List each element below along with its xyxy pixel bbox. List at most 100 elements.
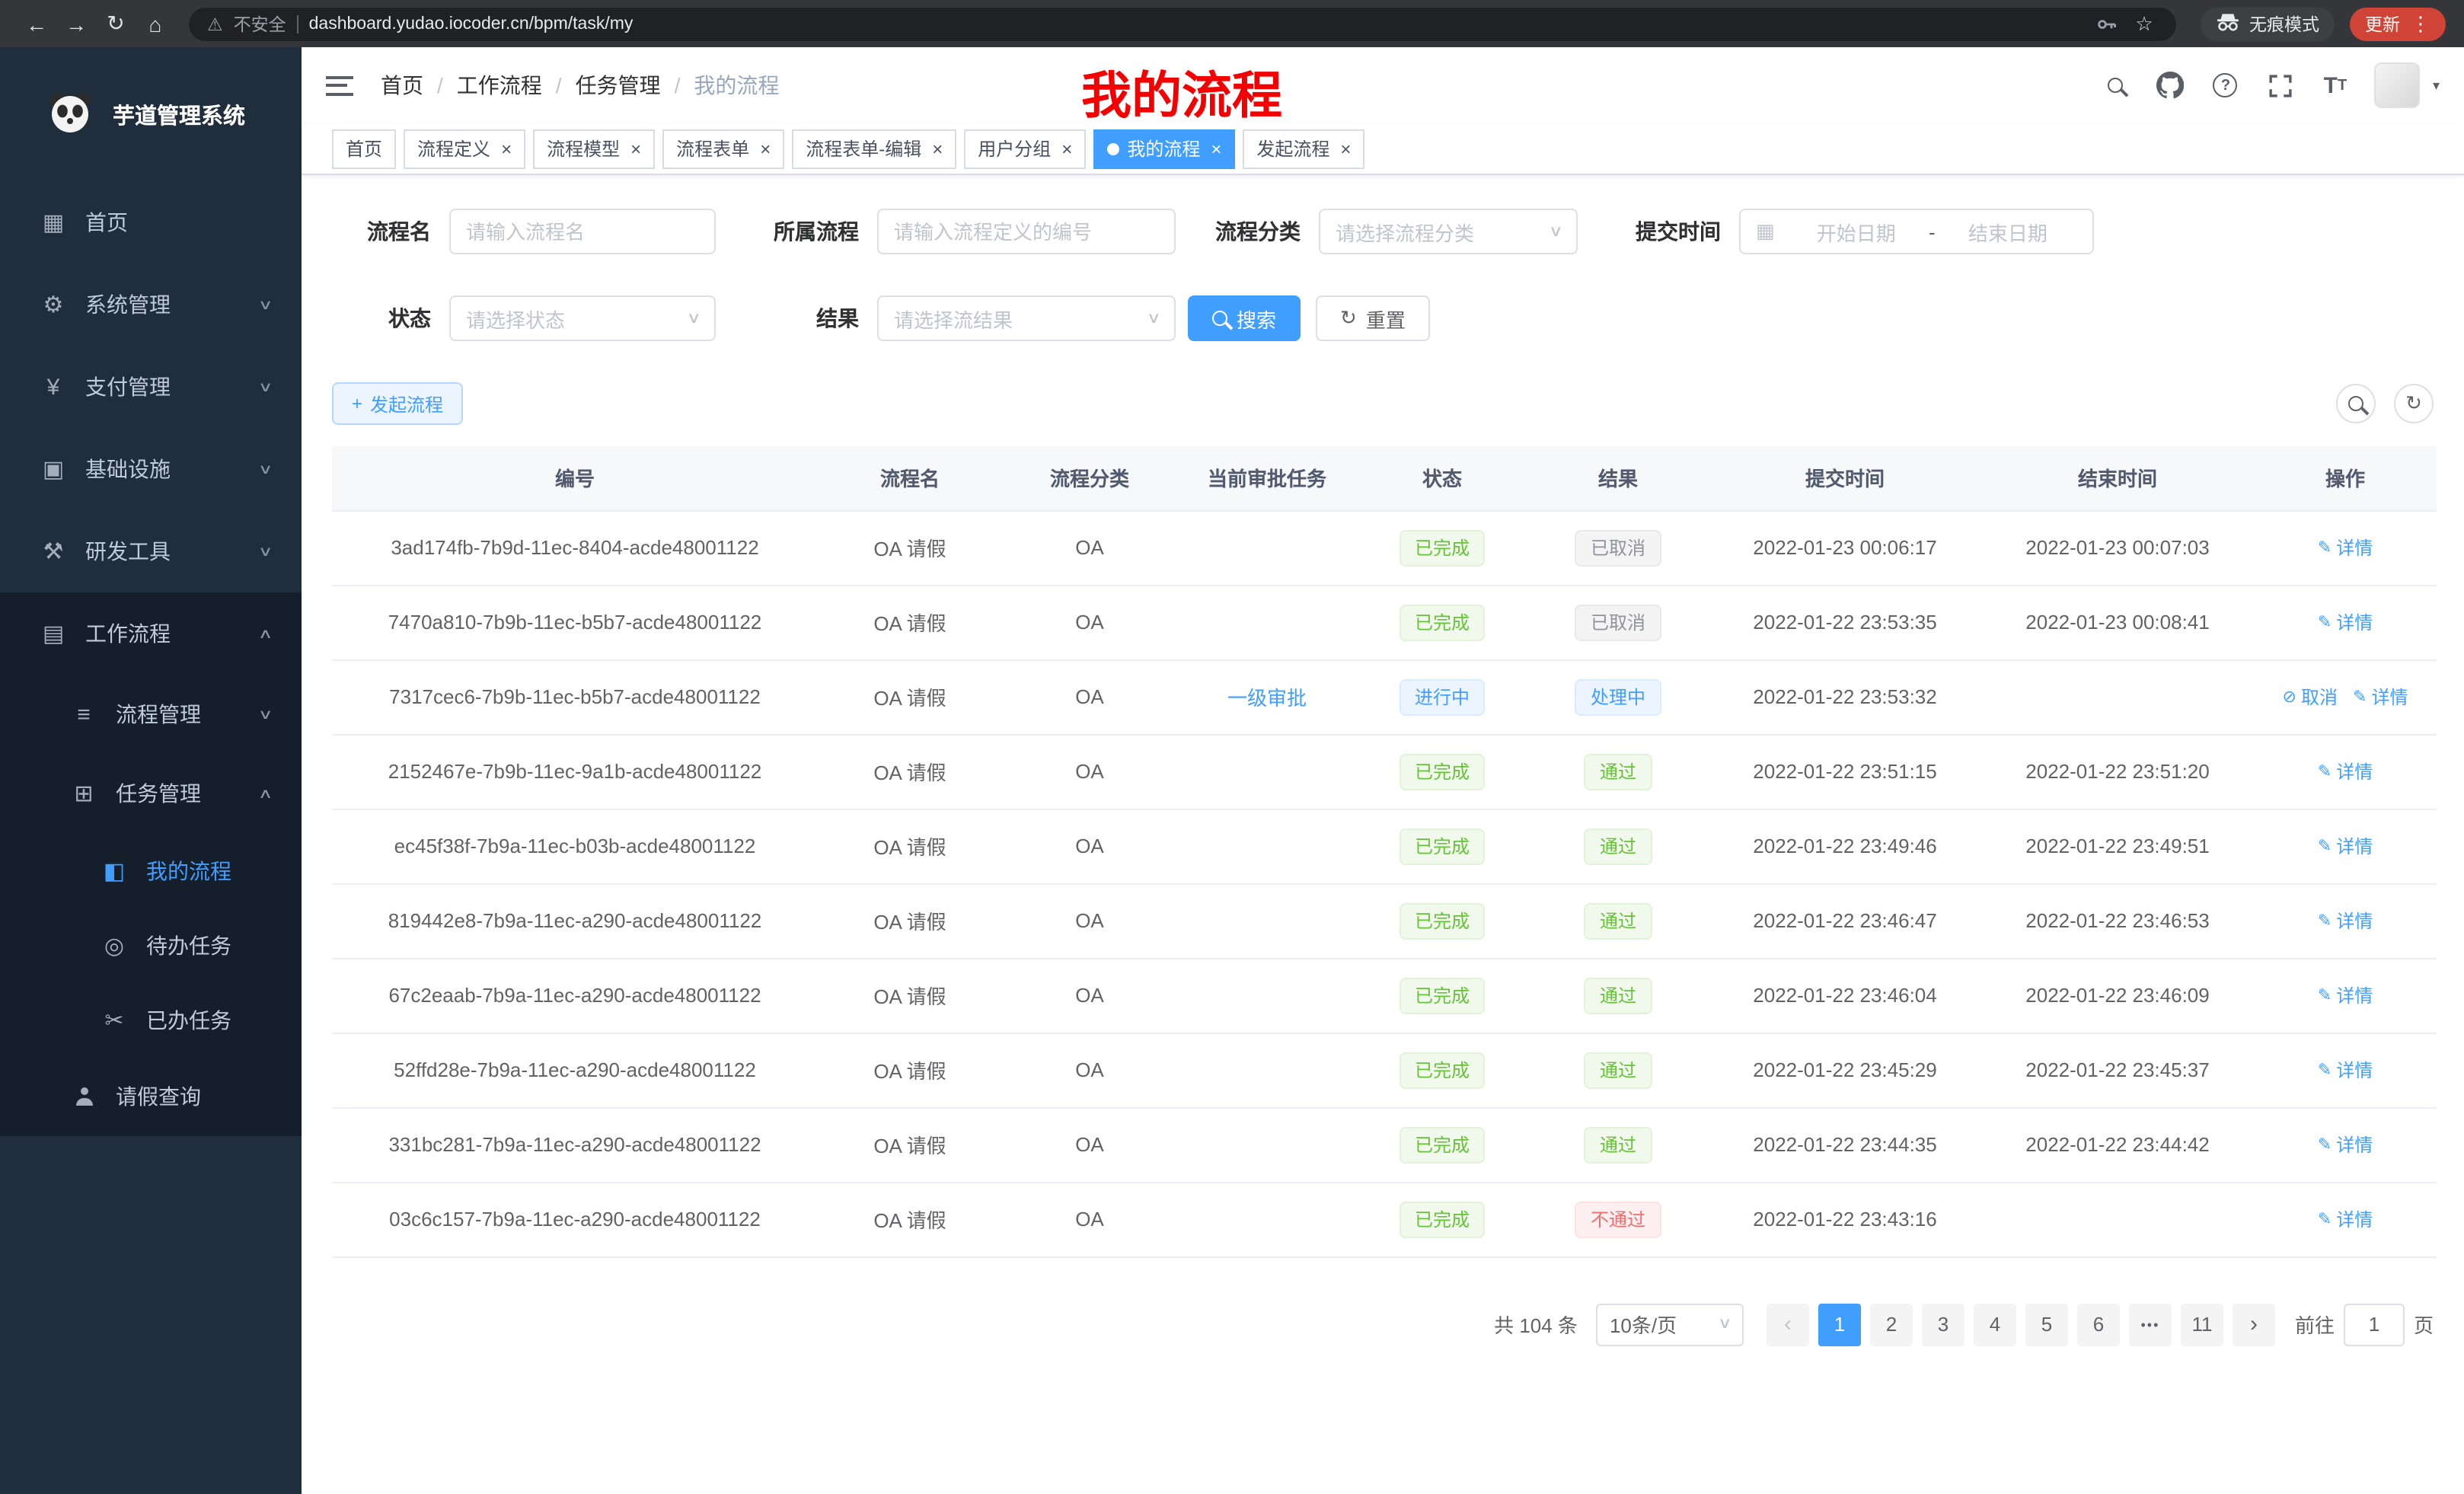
close-icon[interactable]: ×	[932, 138, 943, 159]
bookmark-star-icon[interactable]: ☆	[2130, 10, 2158, 37]
sidebar-item-leave-query[interactable]: 请假查询	[0, 1057, 302, 1136]
detail-link[interactable]: ✎详情	[2318, 982, 2373, 1008]
sidebar-item-workflow[interactable]: ▤ 工作流程 ∧	[0, 592, 302, 675]
hamburger-icon[interactable]	[326, 75, 353, 95]
process-name-input[interactable]	[449, 209, 716, 254]
result-select[interactable]: 请选择流结果 ∨	[877, 295, 1176, 341]
help-icon[interactable]: ?	[2210, 69, 2241, 102]
caret-down-icon[interactable]: ▾	[2433, 77, 2440, 94]
sidebar-item-home[interactable]: ▦ 首页	[0, 181, 302, 263]
detail-link[interactable]: ✎详情	[2318, 609, 2373, 635]
table-row[interactable]: 2152467e-7b9b-11ec-9a1b-acde48001122 OA …	[332, 734, 2437, 809]
close-icon[interactable]: ×	[630, 138, 641, 159]
app-logo[interactable]: 芋道管理系统	[0, 47, 302, 181]
process-id-cell: 03c6c157-7b9a-11ec-a290-acde48001122	[332, 1182, 818, 1256]
close-icon[interactable]: ×	[501, 138, 512, 159]
browser-back-icon[interactable]: ←	[18, 5, 55, 42]
sidebar-item-payment-mgmt[interactable]: ¥ 支付管理 ∨	[0, 346, 302, 428]
chevron-up-icon: ∧	[259, 785, 274, 802]
search-button[interactable]: 搜索	[1188, 295, 1301, 341]
breadcrumb-item-workflow[interactable]: 工作流程	[457, 70, 542, 101]
sidebar-item-dev-tools[interactable]: ⚒ 研发工具 ∨	[0, 510, 302, 592]
cancel-link[interactable]: ⊘取消	[2283, 684, 2338, 710]
page-button[interactable]: 5	[2025, 1303, 2068, 1346]
browser-home-icon[interactable]: ⌂	[137, 5, 174, 42]
table-row[interactable]: 7470a810-7b9b-11ec-b5b7-acde48001122 OA …	[332, 585, 2437, 659]
detail-link[interactable]: ✎详情	[2318, 1057, 2373, 1083]
tab[interactable]: 我的流程 ×	[1093, 129, 1235, 168]
prev-page-button[interactable]: ‹	[1767, 1303, 1809, 1346]
table-row[interactable]: 3ad174fb-7b9d-11ec-8404-acde48001122 OA …	[332, 510, 2437, 585]
search-icon[interactable]	[2101, 69, 2131, 102]
refresh-table-icon[interactable]: ↻	[2394, 384, 2434, 423]
avatar[interactable]	[2375, 62, 2421, 108]
parent-process-input[interactable]	[877, 209, 1176, 254]
reset-button[interactable]: ↻ 重置	[1316, 295, 1430, 341]
table-row[interactable]: 331bc281-7b9a-11ec-a290-acde48001122 OA …	[332, 1107, 2437, 1182]
tab[interactable]: 用户分组 ×	[964, 129, 1086, 168]
browser-menu-icon[interactable]: ⋮	[2411, 11, 2430, 36]
create-process-button[interactable]: + 发起流程	[332, 382, 463, 425]
detail-link[interactable]: ✎详情	[2318, 1132, 2373, 1157]
fullscreen-icon[interactable]	[2265, 69, 2296, 102]
next-page-button[interactable]: ›	[2233, 1303, 2275, 1346]
browser-forward-icon[interactable]: →	[58, 5, 94, 42]
breadcrumb-item-task-mgmt[interactable]: 任务管理	[576, 70, 661, 101]
table-row[interactable]: 03c6c157-7b9a-11ec-a290-acde48001122 OA …	[332, 1182, 2437, 1256]
tab[interactable]: 流程模型 ×	[533, 129, 655, 168]
detail-link[interactable]: ✎详情	[2318, 1206, 2373, 1232]
detail-link[interactable]: ✎详情	[2353, 684, 2408, 710]
detail-link[interactable]: ✎详情	[2318, 833, 2373, 859]
table-row[interactable]: 67c2eaab-7b9a-11ec-a290-acde48001122 OA …	[332, 958, 2437, 1033]
close-icon[interactable]: ×	[1061, 138, 1072, 159]
current-task-cell	[1177, 510, 1357, 585]
page-button[interactable]: 1	[1818, 1303, 1861, 1346]
page-button[interactable]: 4	[1974, 1303, 2016, 1346]
goto-page-input[interactable]	[2344, 1303, 2405, 1346]
category-select[interactable]: 请选择流程分类 ∨	[1319, 209, 1578, 254]
github-icon[interactable]	[2156, 69, 2186, 102]
breadcrumb-item-home[interactable]: 首页	[381, 70, 423, 101]
tab[interactable]: 流程表单 ×	[662, 129, 784, 168]
annotation-page-title: 我的流程	[1081, 55, 1282, 128]
tab[interactable]: 首页 ×	[332, 129, 396, 168]
page-button[interactable]: 6	[2077, 1303, 2120, 1346]
table-row[interactable]: ec45f38f-7b9a-11ec-b03b-acde48001122 OA …	[332, 809, 2437, 883]
detail-link[interactable]: ✎详情	[2318, 758, 2373, 784]
status-select[interactable]: 请选择状态 ∨	[449, 295, 716, 341]
task-link[interactable]: 一级审批	[1227, 682, 1307, 711]
close-icon[interactable]: ×	[1211, 138, 1221, 159]
tab[interactable]: 发起流程 ×	[1243, 129, 1364, 168]
current-task-cell	[1177, 883, 1357, 958]
browser-update-button[interactable]: 更新 ⋮	[2350, 7, 2446, 40]
filter-row-2: 状态 请选择状态 ∨ 结果 请选择流结果 ∨ 搜索 ↻	[332, 295, 2434, 341]
browser-reload-icon[interactable]: ↻	[97, 5, 134, 42]
page-button[interactable]: 11	[2181, 1303, 2223, 1346]
sidebar-item-done-tasks[interactable]: ✂ 已办任务	[0, 982, 302, 1057]
sidebar-item-system-mgmt[interactable]: ⚙ 系统管理 ∨	[0, 263, 302, 346]
sidebar-item-process-mgmt[interactable]: ≡ 流程管理 ∨	[0, 675, 302, 754]
show-search-icon[interactable]	[2336, 384, 2376, 423]
close-icon[interactable]: ×	[1340, 138, 1351, 159]
submit-time-range-picker[interactable]: ▦ 开始日期 - 结束日期	[1739, 209, 2094, 254]
address-bar[interactable]: ⚠ 不安全 dashboard.yudao.iocoder.cn/bpm/tas…	[189, 7, 2176, 40]
detail-link[interactable]: ✎详情	[2318, 908, 2373, 934]
page-button[interactable]: 2	[1870, 1303, 1913, 1346]
key-icon[interactable]	[2092, 10, 2120, 37]
sidebar-item-infrastructure[interactable]: ▣ 基础设施 ∨	[0, 428, 302, 510]
page-button[interactable]: 3	[1922, 1303, 1964, 1346]
table-row[interactable]: 819442e8-7b9a-11ec-a290-acde48001122 OA …	[332, 883, 2437, 958]
font-size-icon[interactable]: TT	[2320, 69, 2351, 102]
table-row[interactable]: 52ffd28e-7b9a-11ec-a290-acde48001122 OA …	[332, 1033, 2437, 1107]
table-row[interactable]: 7317cec6-7b9b-11ec-b5b7-acde48001122 OA …	[332, 659, 2437, 734]
tab[interactable]: 流程定义 ×	[404, 129, 525, 168]
page-size-select[interactable]: 10条/页 ∨	[1596, 1303, 1744, 1346]
sidebar-item-todo-tasks[interactable]: ◎ 待办任务	[0, 908, 302, 982]
sidebar-item-task-mgmt[interactable]: ⊞ 任务管理 ∧	[0, 754, 302, 833]
task-board-icon: ⊞	[67, 780, 101, 807]
close-icon[interactable]: ×	[760, 138, 771, 159]
tab[interactable]: 流程表单-编辑 ×	[792, 129, 956, 168]
page-button[interactable]: •••	[2129, 1303, 2172, 1346]
sidebar-item-my-process[interactable]: ◧ 我的流程	[0, 833, 302, 908]
detail-link[interactable]: ✎详情	[2318, 535, 2373, 560]
